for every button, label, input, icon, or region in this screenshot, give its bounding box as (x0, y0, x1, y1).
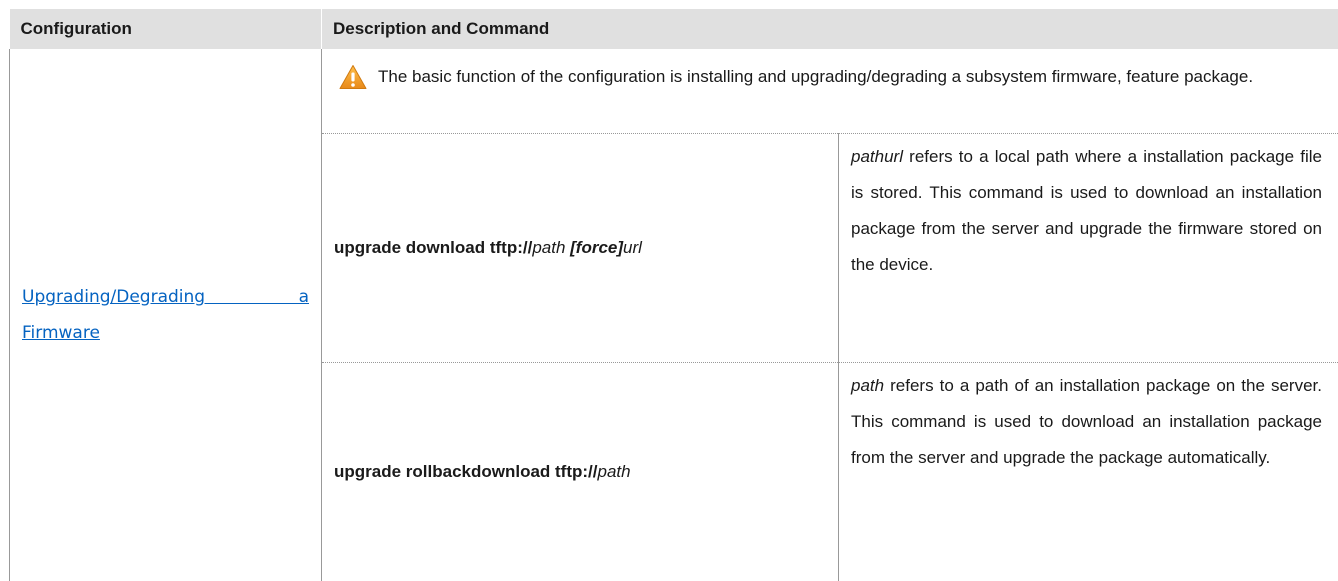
document-page: Configuration Description and Command Up… (9, 9, 1338, 581)
command-description-cell-1: pathurl refers to a local path where a i… (838, 132, 1338, 362)
note-row: Upgrading/Degrading a Firmware The basic… (9, 49, 1338, 581)
command-syntax-cell-1: upgrade download tftp://path [force]url (321, 132, 839, 362)
command-option: [force] (570, 237, 624, 257)
command-argument: path (532, 237, 566, 257)
command-argument-url: url (623, 237, 642, 257)
config-link-line1: Upgrading/Degrading a (22, 287, 309, 307)
command-description-cell-2: path refers to a path of an installation… (838, 361, 1338, 581)
command-keyword: upgrade rollbackdownload tftp:// (334, 461, 598, 481)
config-link-line2: Firmware (22, 323, 100, 343)
command-keyword: upgrade download tftp:// (334, 237, 533, 257)
description-term: pathurl (851, 146, 903, 166)
warning-triangle-icon (339, 65, 367, 89)
description-text: refers to a local path where a installat… (851, 146, 1322, 274)
table-header-row: Configuration Description and Command (9, 9, 1338, 49)
command-argument: path (597, 461, 631, 481)
note-block: The basic function of the configuration … (334, 59, 1326, 95)
note-cell: The basic function of the configuration … (321, 49, 1338, 134)
configuration-table: Configuration Description and Command Up… (9, 9, 1338, 581)
header-configuration: Configuration (9, 9, 322, 49)
description-text: refers to a path of an installation pack… (851, 375, 1322, 467)
note-text: The basic function of the configuration … (378, 67, 1254, 86)
header-description: Description and Command (321, 9, 1338, 49)
config-name-cell: Upgrading/Degrading a Firmware (9, 49, 322, 581)
description-term: path (851, 375, 885, 395)
upgrading-degrading-firmware-link[interactable]: Upgrading/Degrading a Firmware (22, 287, 309, 343)
command-syntax-cell-2: upgrade rollbackdownload tftp://path (321, 361, 839, 581)
